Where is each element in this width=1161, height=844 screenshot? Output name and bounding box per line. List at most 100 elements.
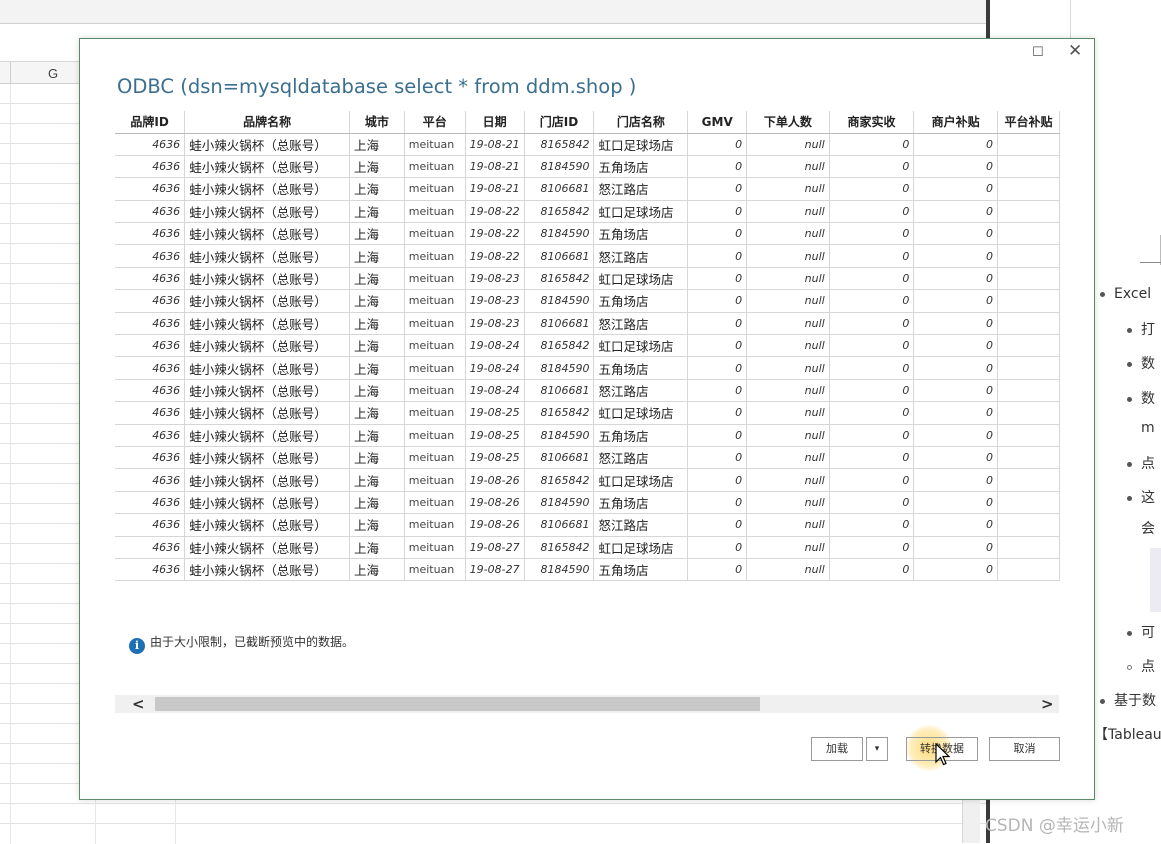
- table-cell: 19-08-21: [465, 177, 525, 201]
- horizontal-scrollbar[interactable]: < >: [115, 695, 1059, 713]
- column-header[interactable]: 商家实收: [829, 111, 915, 134]
- table-row[interactable]: 4636 蛙小辣火锅杯（总账号） 上海 meituan 19-08-25 8165842 虹…: [115, 401, 1060, 425]
- column-header[interactable]: 品牌ID: [115, 111, 186, 134]
- table-cell: [997, 222, 1060, 246]
- table-cell: 0: [913, 133, 999, 156]
- table-cell: 19-08-23: [465, 267, 525, 291]
- table-cell: 19-08-25: [465, 401, 525, 425]
- table-cell: 五角场店: [593, 356, 689, 380]
- table-cell: 8184590: [524, 356, 595, 380]
- table-cell: 虹口足球场店: [593, 536, 689, 559]
- table-cell: 19-08-25: [465, 446, 525, 470]
- table-row[interactable]: 4636 蛙小辣火锅杯（总账号） 上海 meituan 19-08-26 8165842 虹…: [115, 468, 1060, 492]
- table-cell: 五角场店: [593, 491, 689, 515]
- table-row[interactable]: 4636 蛙小辣火锅杯（总账号） 上海 meituan 19-08-22 8106681 怒…: [115, 244, 1060, 268]
- column-header[interactable]: 门店名称: [593, 111, 689, 134]
- table-cell: 8184590: [524, 491, 595, 515]
- table-cell: 0: [687, 244, 748, 268]
- scroll-left-icon[interactable]: <: [132, 695, 145, 713]
- notice-text: 由于大小限制，已截断预览中的数据。: [150, 635, 355, 649]
- table-cell: meituan: [404, 222, 466, 246]
- bullet-icon: [1100, 291, 1105, 297]
- table-cell: 0: [829, 558, 915, 582]
- table-cell: 蛙小辣火锅杯（总账号）: [184, 244, 350, 268]
- table-row[interactable]: 4636 蛙小辣火锅杯（总账号） 上海 meituan 19-08-21 8184590 五…: [115, 155, 1060, 179]
- table-cell: 0: [913, 222, 999, 246]
- load-options-chevron-icon[interactable]: ▾: [866, 737, 888, 761]
- preview-table: 品牌ID 品牌名称 城市 平台 日期 门店ID 门店名称 GMV 下单人数 商家实收 商户补贴 平台补…: [115, 111, 1060, 582]
- table-row[interactable]: 4636 蛙小辣火锅杯（总账号） 上海 meituan 19-08-23 8184590 五…: [115, 289, 1060, 313]
- table-row[interactable]: 4636 蛙小辣火锅杯（总账号） 上海 meituan 19-08-22 8184590 五…: [115, 222, 1060, 246]
- table-cell: 0: [829, 177, 915, 201]
- table-cell: 蛙小辣火锅杯（总账号）: [184, 468, 350, 492]
- table-cell: null: [746, 446, 830, 470]
- table-cell: 8165842: [524, 334, 595, 358]
- table-row[interactable]: 4636 蛙小辣火锅杯（总账号） 上海 meituan 19-08-23 8106681 怒…: [115, 312, 1060, 336]
- table-cell: 0: [829, 155, 915, 179]
- table-cell: 0: [687, 513, 748, 537]
- table-cell: 4636: [115, 244, 186, 268]
- table-row[interactable]: 4636 蛙小辣火锅杯（总账号） 上海 meituan 19-08-24 8106681 怒…: [115, 379, 1060, 403]
- table-cell: 0: [687, 536, 748, 559]
- table-row[interactable]: 4636 蛙小辣火锅杯（总账号） 上海 meituan 19-08-25 8106681 怒…: [115, 446, 1060, 470]
- column-header[interactable]: 平台补贴: [997, 111, 1060, 134]
- scrollbar-thumb[interactable]: [155, 697, 760, 711]
- table-cell: 4636: [115, 468, 186, 492]
- column-header[interactable]: 日期: [465, 111, 525, 134]
- column-header[interactable]: 城市: [349, 111, 405, 134]
- table-row[interactable]: 4636 蛙小辣火锅杯（总账号） 上海 meituan 19-08-21 8165842 虹…: [115, 133, 1060, 156]
- preview-table-container[interactable]: 品牌ID 品牌名称 城市 平台 日期 门店ID 门店名称 GMV 下单人数 商家实收 商户补贴 平台补…: [115, 111, 1060, 621]
- column-g-header[interactable]: G: [48, 66, 58, 81]
- scroll-right-icon[interactable]: >: [1041, 695, 1054, 713]
- table-cell: [997, 133, 1060, 156]
- column-header[interactable]: 商户补贴: [913, 111, 999, 134]
- table-cell: meituan: [404, 244, 466, 268]
- maximize-icon[interactable]: ☐: [1032, 45, 1044, 60]
- table-cell: 0: [829, 536, 915, 559]
- table-cell: 0: [829, 401, 915, 425]
- table-cell: null: [746, 536, 830, 559]
- table-row[interactable]: 4636 蛙小辣火锅杯（总账号） 上海 meituan 19-08-24 8184590 五…: [115, 356, 1060, 380]
- table-cell: [997, 267, 1060, 291]
- table-row[interactable]: 4636 蛙小辣火锅杯（总账号） 上海 meituan 19-08-25 8184590 五…: [115, 424, 1060, 447]
- table-cell: [997, 334, 1060, 358]
- bullet-icon: [1127, 396, 1132, 402]
- cancel-button[interactable]: 取消: [989, 737, 1060, 761]
- column-header[interactable]: 门店ID: [524, 111, 595, 134]
- table-row[interactable]: 4636 蛙小辣火锅杯（总账号） 上海 meituan 19-08-24 8165842 虹…: [115, 334, 1060, 358]
- column-header[interactable]: 平台: [404, 111, 466, 134]
- column-header[interactable]: 品牌名称: [184, 111, 350, 134]
- table-cell: 上海: [349, 558, 405, 582]
- table-cell: 蛙小辣火锅杯（总账号）: [184, 558, 350, 582]
- table-row[interactable]: 4636 蛙小辣火锅杯（总账号） 上海 meituan 19-08-26 8184590 五…: [115, 491, 1060, 515]
- close-icon[interactable]: ✕: [1068, 41, 1082, 61]
- table-cell: [997, 200, 1060, 224]
- bullet-icon: [1127, 461, 1132, 467]
- column-header[interactable]: 下单人数: [746, 111, 830, 134]
- load-button[interactable]: 加载: [811, 737, 863, 761]
- table-cell: 4636: [115, 177, 186, 201]
- table-row[interactable]: 4636 蛙小辣火锅杯（总账号） 上海 meituan 19-08-21 8106681 怒…: [115, 177, 1060, 201]
- table-cell: 0: [913, 200, 999, 224]
- table-cell: 4636: [115, 267, 186, 291]
- doc-line: 会: [1141, 521, 1155, 537]
- table-cell: 4636: [115, 379, 186, 403]
- table-cell: 上海: [349, 155, 405, 179]
- table-cell: 0: [913, 334, 999, 358]
- column-header[interactable]: GMV: [687, 111, 748, 134]
- table-cell: 19-08-26: [465, 513, 525, 537]
- table-row[interactable]: 4636 蛙小辣火锅杯（总账号） 上海 meituan 19-08-23 8165842 虹…: [115, 267, 1060, 291]
- table-cell: null: [746, 289, 830, 313]
- table-row[interactable]: 4636 蛙小辣火锅杯（总账号） 上海 meituan 19-08-26 8106681 怒…: [115, 513, 1060, 537]
- table-row[interactable]: 4636 蛙小辣火锅杯（总账号） 上海 meituan 19-08-27 8184590 五…: [115, 558, 1060, 582]
- table-cell: 0: [829, 491, 915, 515]
- table-row[interactable]: 4636 蛙小辣火锅杯（总账号） 上海 meituan 19-08-22 8165842 虹…: [115, 200, 1060, 224]
- table-cell: 上海: [349, 424, 405, 447]
- doc-line: 可: [1127, 622, 1155, 642]
- table-cell: 0: [913, 536, 999, 559]
- table-cell: [997, 289, 1060, 313]
- table-cell: 19-08-27: [465, 536, 525, 559]
- table-cell: 0: [687, 133, 748, 156]
- table-row[interactable]: 4636 蛙小辣火锅杯（总账号） 上海 meituan 19-08-27 8165842 虹…: [115, 536, 1060, 559]
- table-cell: null: [746, 513, 830, 537]
